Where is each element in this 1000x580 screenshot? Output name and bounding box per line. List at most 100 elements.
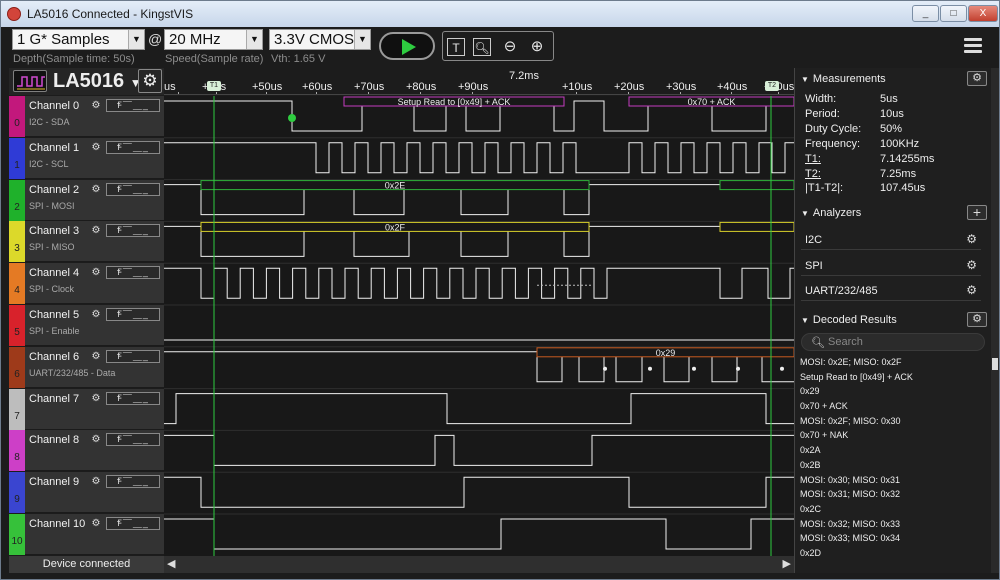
channel-gear-icon[interactable]: ⚙ [89, 224, 103, 237]
waveform-trace [164, 434, 794, 466]
analyzer-item[interactable]: I2C ⚙ [801, 226, 981, 250]
decoded-result-item[interactable]: MOSI: 0x2F; MISO: 0x30 [800, 416, 988, 431]
decoded-result-item[interactable]: 0x70 + ACK [800, 401, 988, 416]
trigger-options-icon[interactable]: Ꞙ⎺⎽_ [106, 182, 160, 196]
decoded-result-item[interactable]: 0x2C [800, 504, 988, 519]
channel-row[interactable]: 2 Channel 2 SPI - MOSI ⚙ Ꞙ⎺⎽_ [9, 179, 164, 221]
toolbar: 1 G* Samples ▼ Depth(Sample time: 50s) @ … [1, 27, 999, 67]
close-button[interactable]: X [968, 5, 998, 22]
channel-gear-icon[interactable]: ⚙ [89, 308, 103, 321]
decoded-results-gear-icon[interactable]: ⚙ [967, 312, 987, 327]
minimize-button[interactable]: _ [912, 5, 939, 22]
analyzer-item[interactable]: UART/232/485 ⚙ [801, 277, 981, 301]
horizontal-scrollbar[interactable]: ◀ ▶ [164, 556, 794, 573]
channel-number: 4 [14, 285, 20, 297]
analyzer-gear-icon[interactable]: ⚙ [966, 258, 977, 272]
zoom-in-icon[interactable]: ⊕ [527, 37, 547, 57]
sample-rate-select[interactable]: 20 MHz ▼ [164, 29, 263, 50]
channel-row[interactable]: 3 Channel 3 SPI - MISO ⚙ Ꞙ⎺⎽_ [9, 221, 164, 263]
channel-row[interactable]: 0 Channel 0 I2C - SDA ⚙ Ꞙ⎺⎽_ [9, 96, 164, 137]
analyzers-header[interactable]: Analyzers [801, 207, 861, 219]
scroll-right-icon[interactable]: ▶ [783, 557, 791, 570]
channel-row[interactable]: 8 Channel 8 ⚙ Ꞙ⎺⎽_ [9, 430, 164, 472]
analyzer-gear-icon[interactable]: ⚙ [966, 232, 977, 246]
decoded-result-item[interactable]: MOSI: 0x2E; MISO: 0x2F [800, 357, 988, 372]
title-bar: LA5016 Connected - KingstVIS _ □ X [1, 1, 999, 27]
channel-gear-icon[interactable]: ⚙ [89, 517, 103, 530]
ruler-tick-mark [368, 92, 369, 94]
run-button[interactable] [379, 32, 435, 60]
channel-row[interactable]: 5 Channel 5 SPI - Enable ⚙ Ꞙ⎺⎽_ [9, 305, 164, 346]
channel-gear-icon[interactable]: ⚙ [89, 433, 103, 446]
decoded-result-item[interactable]: 0x29 [800, 386, 988, 401]
zoom-fit-icon[interactable]: 🔍︎ [473, 38, 491, 56]
scroll-left-icon[interactable]: ◀ [167, 557, 175, 570]
channel-row[interactable]: 6 Channel 6 UART/232/485 - Data ⚙ Ꞙ⎺⎽_ [9, 346, 164, 388]
decoded-result-item[interactable]: MOSI: 0x31; MISO: 0x32 [800, 489, 988, 504]
trigger-options-icon[interactable]: Ꞙ⎺⎽_ [106, 349, 160, 363]
channel-gear-icon[interactable]: ⚙ [89, 266, 103, 279]
channel-number: 9 [14, 494, 20, 506]
decode-label: 0x29 [656, 348, 676, 358]
analyzer-item[interactable]: SPI ⚙ [801, 252, 981, 276]
waveform-area[interactable]: Setup Read to [0x49] + ACK 0x70 + ACK 0x2E… [164, 96, 799, 556]
trigger-options-icon[interactable]: Ꞙ⎺⎽_ [106, 391, 160, 405]
channel-row[interactable]: 10 Channel 10 ⚙ Ꞙ⎺⎽_ [9, 514, 164, 555]
menu-icon[interactable] [964, 38, 982, 54]
channel-gear-icon[interactable]: ⚙ [89, 350, 103, 363]
channel-row[interactable]: 1 Channel 1 I2C - SCL ⚙ Ꞙ⎺⎽_ [9, 137, 164, 179]
channel-row[interactable]: 9 Channel 9 ⚙ Ꞙ⎺⎽_ [9, 472, 164, 514]
zoom-out-icon[interactable]: ⊖ [500, 37, 520, 57]
decoded-result-item[interactable]: MOSI: 0x33; MISO: 0x34 [800, 533, 988, 548]
search-input[interactable]: 🔍︎ Search [801, 333, 985, 351]
trigger-options-icon[interactable]: Ꞙ⎺⎽_ [106, 224, 160, 238]
trigger-options-icon[interactable]: Ꞙ⎺⎽_ [106, 99, 160, 112]
ruler-tick: +90us [458, 81, 489, 93]
trigger-options-icon[interactable]: Ꞙ⎺⎽_ [106, 266, 160, 280]
decoded-results-header[interactable]: Decoded Results [801, 314, 897, 326]
measurement-value: 7.25ms [880, 167, 917, 180]
scrollbar-thumb[interactable] [992, 358, 998, 370]
decoded-result-item[interactable]: MOSI: 0x32; MISO: 0x33 [800, 519, 988, 534]
device-name[interactable]: LA5016 ▼ [53, 70, 142, 93]
vertical-scrollbar[interactable] [991, 68, 999, 573]
channel-gear-icon[interactable]: ⚙ [89, 392, 103, 405]
decoded-result-item[interactable]: 0x2A [800, 445, 988, 460]
measurements-gear-icon[interactable]: ⚙ [967, 71, 987, 86]
decode-label: 0x70 + ACK [688, 97, 736, 107]
view-tools: T 🔍︎ ⊖ ⊕ [442, 31, 554, 61]
trigger-options-icon[interactable]: Ꞙ⎺⎽_ [106, 517, 160, 530]
analyzer-gear-icon[interactable]: ⚙ [966, 283, 977, 297]
channel-gear-icon[interactable]: ⚙ [89, 99, 103, 112]
decoded-result-item[interactable]: MOSI: 0x30; MISO: 0x31 [800, 475, 988, 490]
trigger-options-icon[interactable]: Ꞙ⎺⎽_ [106, 475, 160, 489]
decoded-result-item[interactable]: 0x2D [800, 548, 988, 563]
channel-gear-icon[interactable]: ⚙ [89, 475, 103, 488]
trigger-options-icon[interactable]: Ꞙ⎺⎽_ [106, 308, 160, 321]
text-cursor-icon[interactable]: T [447, 38, 465, 56]
measurement-value: 100KHz [880, 137, 920, 150]
channel-gear-icon[interactable]: ⚙ [89, 183, 103, 196]
decoded-result-item[interactable]: 0x70 + NAK [800, 430, 988, 445]
ruler-tick-mark [680, 92, 681, 94]
samples-select[interactable]: 1 G* Samples ▼ [12, 29, 145, 50]
cursor-flag-t1[interactable]: T1 [207, 81, 221, 91]
cursor-flag-t2[interactable]: T2 [765, 81, 779, 91]
measurements-header[interactable]: Measurements [801, 73, 886, 85]
channel-row[interactable]: 4 Channel 4 SPI - Clock ⚙ Ꞙ⎺⎽_ [9, 263, 164, 305]
decoded-result-item[interactable]: 0x2B [800, 460, 988, 475]
ruler-tick-mark [420, 92, 421, 94]
trigger-options-icon[interactable]: Ꞙ⎺⎽_ [106, 140, 160, 154]
decoded-result-item[interactable]: Setup Read to [0x49] + ACK [800, 372, 988, 387]
channel-row[interactable]: 7 Channel 7 ⚙ Ꞙ⎺⎽_ [9, 388, 164, 430]
maximize-button[interactable]: □ [940, 5, 967, 22]
voltage-select[interactable]: 3.3V CMOS ▼ [269, 29, 371, 50]
device-settings-gear-icon[interactable]: ⚙ [138, 69, 162, 93]
channel-gear-icon[interactable]: ⚙ [89, 141, 103, 154]
add-analyzer-icon[interactable]: + [967, 205, 987, 220]
channel-subtitle: SPI - MOSI [29, 200, 75, 211]
trigger-options-icon[interactable]: Ꞙ⎺⎽_ [106, 433, 160, 447]
channel-number: 6 [14, 368, 20, 380]
channel-number: 10 [11, 536, 23, 547]
channel-subtitle: UART/232/485 - Data [29, 367, 116, 378]
